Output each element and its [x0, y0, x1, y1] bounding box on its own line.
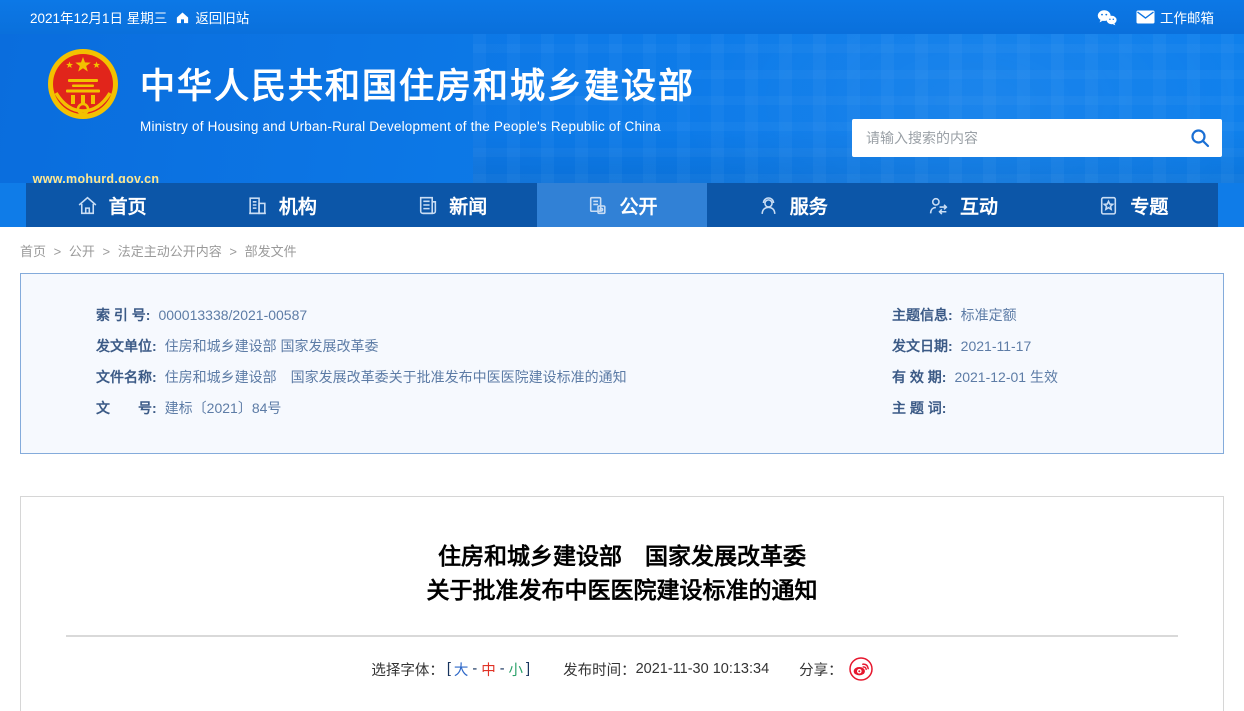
wechat-icon[interactable] [1096, 9, 1118, 26]
info-row-keywords: 主 题 词: [876, 393, 1223, 424]
org-building-icon [246, 194, 269, 217]
return-old-site-label: 返回旧站 [195, 11, 250, 26]
nav-item-news[interactable]: 新闻 [367, 183, 537, 227]
return-old-site-home-icon [175, 10, 190, 25]
share-label: 分享： [799, 662, 843, 679]
info-label: 主 题 词: [892, 400, 947, 416]
interact-person-icon [927, 194, 950, 217]
nav-item-label: 服务 [789, 196, 828, 218]
info-value: 住房和城乡建设部 国家发展改革委关于批准发布中医医院建设标准的通知 [164, 369, 627, 385]
site-header: www.mohurd.gov.cn 中华人民共和国住房和城乡建设部 Minist… [0, 34, 1244, 183]
publish-time-label: 发布时间： [563, 662, 636, 679]
bracket-close: ] [526, 661, 531, 677]
info-label: 有 效 期: [892, 369, 947, 385]
info-row-document-number: 文 号: 建标〔2021〕84号 [21, 393, 876, 424]
font-size-dash: - [499, 661, 505, 677]
info-value: 住房和城乡建设部 国家发展改革委 [164, 338, 379, 354]
info-value: 标准定额 [960, 307, 1017, 323]
weibo-share-icon[interactable] [848, 657, 873, 681]
document-info-box: 索 引 号: 000013338/2021-00587 发文单位: 住房和城乡建… [20, 273, 1224, 454]
disclosure-doc-icon [586, 194, 609, 217]
nav-item-label: 专题 [1130, 196, 1169, 218]
breadcrumb-separator: > [102, 244, 111, 259]
publish-time-group: 发布时间： 2021-11-30 10:13:34 [563, 659, 769, 680]
breadcrumb-current: 部发文件 [244, 244, 297, 259]
info-label: 发文单位: [96, 338, 157, 354]
font-size-medium[interactable]: 中 [481, 659, 496, 680]
work-mailbox-label: 工作邮箱 [1160, 11, 1214, 26]
nav-item-topics[interactable]: 专题 [1048, 183, 1218, 227]
info-row-issuing-unit: 发文单位: 住房和城乡建设部 国家发展改革委 [21, 331, 876, 362]
font-select-label: 选择字体： [371, 662, 444, 679]
main-navigation: 首页 机构 新闻 公开 服务 互动 专题 [0, 183, 1244, 227]
return-old-site-link[interactable]: 返回旧站 [175, 7, 249, 27]
nav-item-org[interactable]: 机构 [196, 183, 366, 227]
info-value: 2021-12-01 生效 [954, 369, 1058, 385]
nav-item-home[interactable]: 首页 [26, 183, 196, 227]
article-box: 住房和城乡建设部 国家发展改革委 关于批准发布中医医院建设标准的通知 选择字体：… [20, 496, 1224, 711]
nav-item-label: 新闻 [449, 196, 488, 218]
font-size-small[interactable]: 小 [509, 659, 524, 680]
font-size-selector: 选择字体： [ 大 - 中 - 小 ] [371, 659, 533, 680]
site-subtitle-en: Ministry of Housing and Urban-Rural Deve… [140, 119, 661, 134]
news-icon [416, 194, 439, 217]
info-value: 建标〔2021〕84号 [164, 400, 282, 416]
top-utility-bar: 2021年12月1日 星期三 返回旧站 工作邮箱 [0, 0, 1244, 34]
nav-item-disclosure[interactable]: 公开 [536, 183, 708, 227]
service-person-icon [757, 194, 780, 217]
search-box [852, 119, 1222, 157]
national-emblem [48, 49, 118, 119]
info-label: 主题信息: [892, 307, 953, 323]
font-size-large[interactable]: 大 [454, 659, 469, 680]
publish-time-value: 2021-11-30 10:13:34 [635, 661, 770, 677]
info-row-document-name: 文件名称: 住房和城乡建设部 国家发展改革委关于批准发布中医医院建设标准的通知 [21, 362, 876, 393]
info-row-topic-info: 主题信息: 标准定额 [876, 300, 1223, 331]
article-title-line1: 住房和城乡建设部 国家发展改革委 [438, 543, 806, 569]
breadcrumb-separator: > [229, 244, 237, 259]
search-input[interactable] [852, 130, 1178, 146]
home-icon [76, 194, 99, 217]
article-title-line2: 关于批准发布中医医院建设标准的通知 [426, 577, 818, 603]
current-date: 2021年12月1日 星期三 [30, 11, 168, 26]
font-size-dash: - [472, 661, 478, 677]
nav-item-label: 首页 [108, 196, 147, 218]
share-group: 分享： [799, 657, 873, 681]
work-mailbox-link[interactable]: 工作邮箱 [1136, 7, 1214, 27]
breadcrumb: 首页 > 公开 > 法定主动公开内容 > 部发文件 [20, 241, 1244, 260]
nav-item-label: 机构 [278, 196, 317, 218]
mail-icon [1136, 10, 1155, 24]
info-label: 文件名称: [96, 369, 157, 385]
info-value: 000013338/2021-00587 [158, 307, 308, 323]
topic-star-icon [1097, 194, 1120, 217]
info-label: 发文日期: [892, 338, 953, 354]
info-row-effective-date: 有 效 期: 2021-12-01 生效 [876, 362, 1223, 393]
breadcrumb-separator: > [53, 244, 62, 259]
nav-item-label: 公开 [619, 196, 658, 218]
info-label: 索 引 号: [96, 307, 151, 323]
info-row-index-number: 索 引 号: 000013338/2021-00587 [21, 300, 876, 331]
site-url: www.mohurd.gov.cn [32, 172, 160, 183]
nav-item-service[interactable]: 服务 [707, 183, 877, 227]
bracket-open: [ [446, 661, 451, 677]
breadcrumb-disclosure[interactable]: 公开 [69, 244, 95, 259]
nav-item-interact[interactable]: 互动 [877, 183, 1047, 227]
info-label: 文 号: [96, 400, 157, 416]
info-row-issue-date: 发文日期: 2021-11-17 [876, 331, 1223, 362]
info-value: 2021-11-17 [960, 338, 1032, 354]
nav-item-label: 互动 [960, 196, 999, 218]
site-title: 中华人民共和国住房和城乡建设部 [140, 67, 696, 106]
search-icon[interactable] [1178, 119, 1222, 157]
title-divider [66, 635, 1178, 637]
article-meta-row: 选择字体： [ 大 - 中 - 小 ] 发布时间： 2021-11-30 10:… [21, 657, 1223, 681]
breadcrumb-statutory-content[interactable]: 法定主动公开内容 [118, 244, 222, 259]
breadcrumb-home[interactable]: 首页 [20, 244, 46, 259]
